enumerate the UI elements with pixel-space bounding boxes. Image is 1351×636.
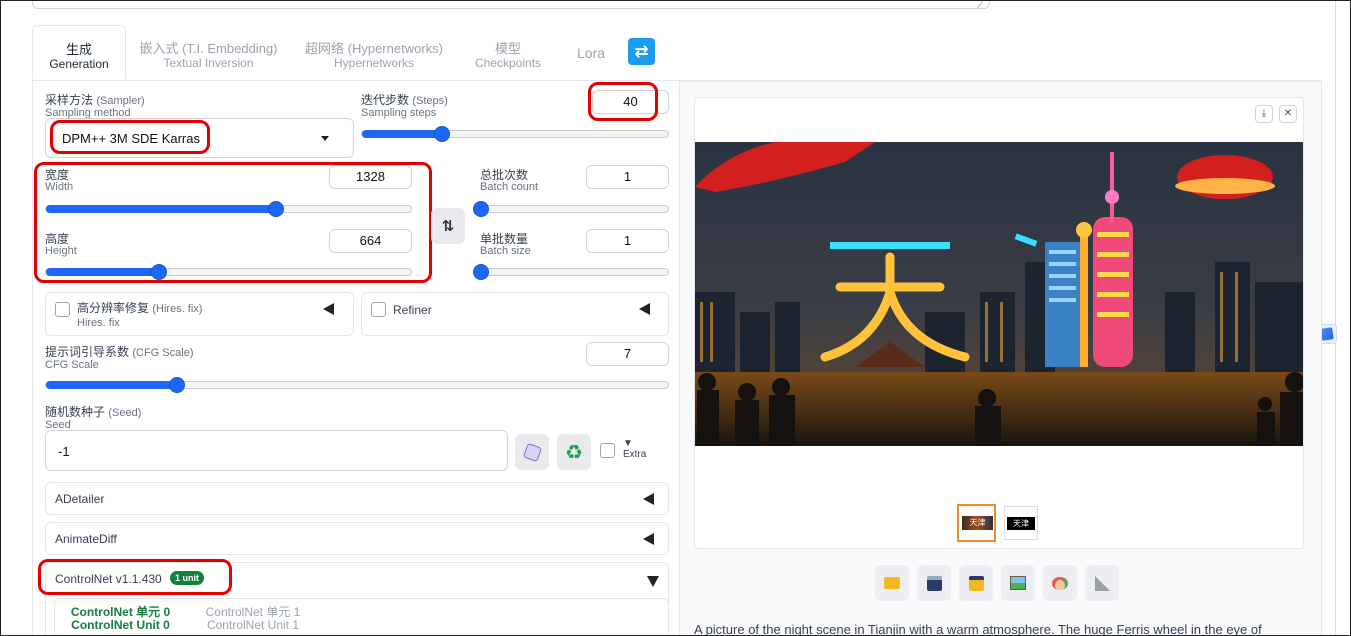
extra-seed-checkbox[interactable]: [600, 443, 615, 458]
save-button[interactable]: [917, 565, 951, 601]
resize-handle-icon[interactable]: ⟋: [977, 1, 983, 11]
output-panel: ⤓ ✕ 天津 天津: [679, 81, 1322, 635]
generated-image[interactable]: [695, 142, 1303, 446]
highlight-sampler: [50, 120, 210, 154]
prompt-textarea[interactable]: [32, 1, 990, 9]
tab-controlnet-unit-1[interactable]: ControlNet 单元 1 ControlNet Unit 1: [197, 606, 309, 632]
tab-textual-inversion[interactable]: 嵌入式 (T.I. Embedding) Textual Inversion: [136, 25, 281, 80]
seed-label: 随机数种子 (Seed) Seed: [45, 405, 142, 431]
tab-label-zh: 嵌入式 (T.I. Embedding): [139, 41, 278, 56]
open-folder-button[interactable]: [875, 565, 909, 601]
output-gallery: ⤓ ✕ 天津 天津: [694, 97, 1304, 549]
highlight-steps: [588, 82, 658, 121]
hires-fix-label: 高分辨率修复 (Hires. fix) Hires. fix: [77, 301, 203, 330]
swap-dimensions-button[interactable]: ⇅: [431, 208, 465, 244]
download-icon: ⤓: [1261, 108, 1267, 119]
gallery-thumbnail[interactable]: 天津: [1004, 506, 1038, 540]
highlight-controlnet: [38, 559, 232, 595]
close-gallery-button[interactable]: ✕: [1279, 105, 1297, 123]
animatediff-accordion[interactable]: AnimateDiff: [45, 522, 669, 555]
refiner-checkbox[interactable]: [371, 302, 386, 317]
tab-label: Lora: [576, 45, 606, 61]
seed-input[interactable]: -1: [45, 430, 508, 471]
batch-count-input[interactable]: 1: [586, 165, 669, 189]
dice-icon: [522, 442, 542, 462]
thumbnail-caption: 天津: [1007, 517, 1035, 530]
tab-hypernetworks[interactable]: 超网络 (Hypernetworks) Hypernetworks: [299, 25, 449, 80]
collapse-arrow-icon[interactable]: [643, 493, 654, 505]
page-scroll-edge: [1335, 1, 1336, 635]
slider-thumb[interactable]: [473, 201, 489, 217]
send-to-extras-button[interactable]: [1085, 565, 1119, 601]
batch-count-label: 总批次数 Batch count: [480, 168, 539, 193]
triangle-down-icon: ▼: [623, 438, 633, 449]
steps-label: 迭代步数 (Steps) Sampling steps: [361, 93, 448, 119]
seed-value: -1: [58, 444, 70, 459]
tab-label-en: Hypernetworks: [333, 56, 415, 70]
adetailer-label: ADetailer: [55, 492, 105, 506]
highlight-dimensions: [34, 162, 432, 283]
output-caption: A picture of the night scene in Tianjin …: [694, 622, 1262, 636]
send-to-inpaint-button[interactable]: [1043, 565, 1077, 601]
refresh-button[interactable]: ⇄: [628, 38, 655, 65]
recycle-icon: ♻: [565, 441, 583, 464]
save-icon: [926, 575, 942, 591]
cfg-slider[interactable]: [45, 377, 669, 393]
refresh-icon: ⇄: [634, 41, 649, 61]
zip-save-icon: [968, 575, 984, 591]
extra-toggle[interactable]: ▼ Extra: [623, 438, 646, 460]
tab-controlnet-unit-0[interactable]: ControlNet 单元 0 ControlNet Unit 0: [63, 606, 178, 632]
chevron-down-icon: [321, 136, 329, 141]
palette-icon: [1052, 576, 1068, 590]
batch-count-slider[interactable]: [473, 201, 669, 217]
extra-label: Extra: [623, 449, 647, 460]
sampler-label: 采样方法 (Sampler) Sampling method: [45, 93, 145, 119]
animatediff-label: AnimateDiff: [55, 532, 117, 546]
download-button[interactable]: ⤓: [1255, 105, 1273, 123]
collapse-arrow-icon[interactable]: [643, 533, 654, 545]
send-to-img2img-button[interactable]: [1001, 565, 1035, 601]
close-icon: ✕: [1283, 108, 1293, 119]
batch-size-slider[interactable]: [473, 264, 669, 280]
batch-size-input[interactable]: 1: [586, 229, 669, 253]
hires-fix-checkbox[interactable]: [55, 302, 70, 317]
slider-thumb[interactable]: [473, 264, 489, 280]
refiner-label: Refiner: [393, 303, 432, 317]
refiner-accordion[interactable]: Refiner: [361, 292, 669, 336]
slider-thumb[interactable]: [433, 126, 450, 142]
hires-fix-accordion[interactable]: 高分辨率修复 (Hires. fix) Hires. fix: [45, 292, 354, 336]
tab-lora[interactable]: Lora: [567, 25, 615, 80]
tab-label-zh: 超网络 (Hypernetworks): [305, 41, 443, 56]
thumbnail-caption: 天津: [962, 516, 993, 530]
unit-label-en: ControlNet Unit 0: [71, 618, 170, 632]
tab-label-en: Checkpoints: [474, 56, 542, 70]
zip-save-button[interactable]: [959, 565, 993, 601]
tab-generation[interactable]: 生成 Generation: [32, 25, 126, 80]
image-send-icon: [1010, 576, 1026, 590]
batch-size-label: 单批数量 Batch size: [480, 232, 531, 257]
swap-vertical-icon: ⇅: [441, 218, 455, 235]
collapse-arrow-icon[interactable]: [639, 303, 650, 315]
reuse-seed-button[interactable]: ♻: [557, 434, 591, 470]
tab-label-en: Textual Inversion: [163, 56, 254, 70]
random-seed-button[interactable]: [515, 434, 549, 470]
tab-label-en: Generation: [49, 57, 109, 71]
slider-thumb[interactable]: [168, 377, 185, 393]
tab-label-zh: 模型: [494, 41, 521, 56]
cfg-input[interactable]: 7: [586, 342, 669, 366]
tab-label-zh: 生成: [65, 42, 92, 57]
tab-checkpoints[interactable]: 模型 Checkpoints: [469, 25, 547, 80]
cfg-label: 提示词引导系数 (CFG Scale) CFG Scale: [45, 345, 194, 371]
folder-icon: [884, 577, 900, 589]
expand-arrow-icon[interactable]: [647, 576, 659, 587]
adetailer-accordion[interactable]: ADetailer: [45, 482, 669, 515]
unit-label-en: ControlNet Unit 1: [206, 618, 300, 632]
collapse-arrow-icon[interactable]: [323, 303, 334, 315]
gallery-thumbnail-selected[interactable]: 天津: [957, 504, 996, 542]
steps-slider[interactable]: [361, 126, 669, 142]
ruler-icon: [1094, 575, 1110, 591]
webui-window: ⟋ 生成 Generation 嵌入式 (T.I. Embedding) Tex…: [0, 0, 1351, 636]
